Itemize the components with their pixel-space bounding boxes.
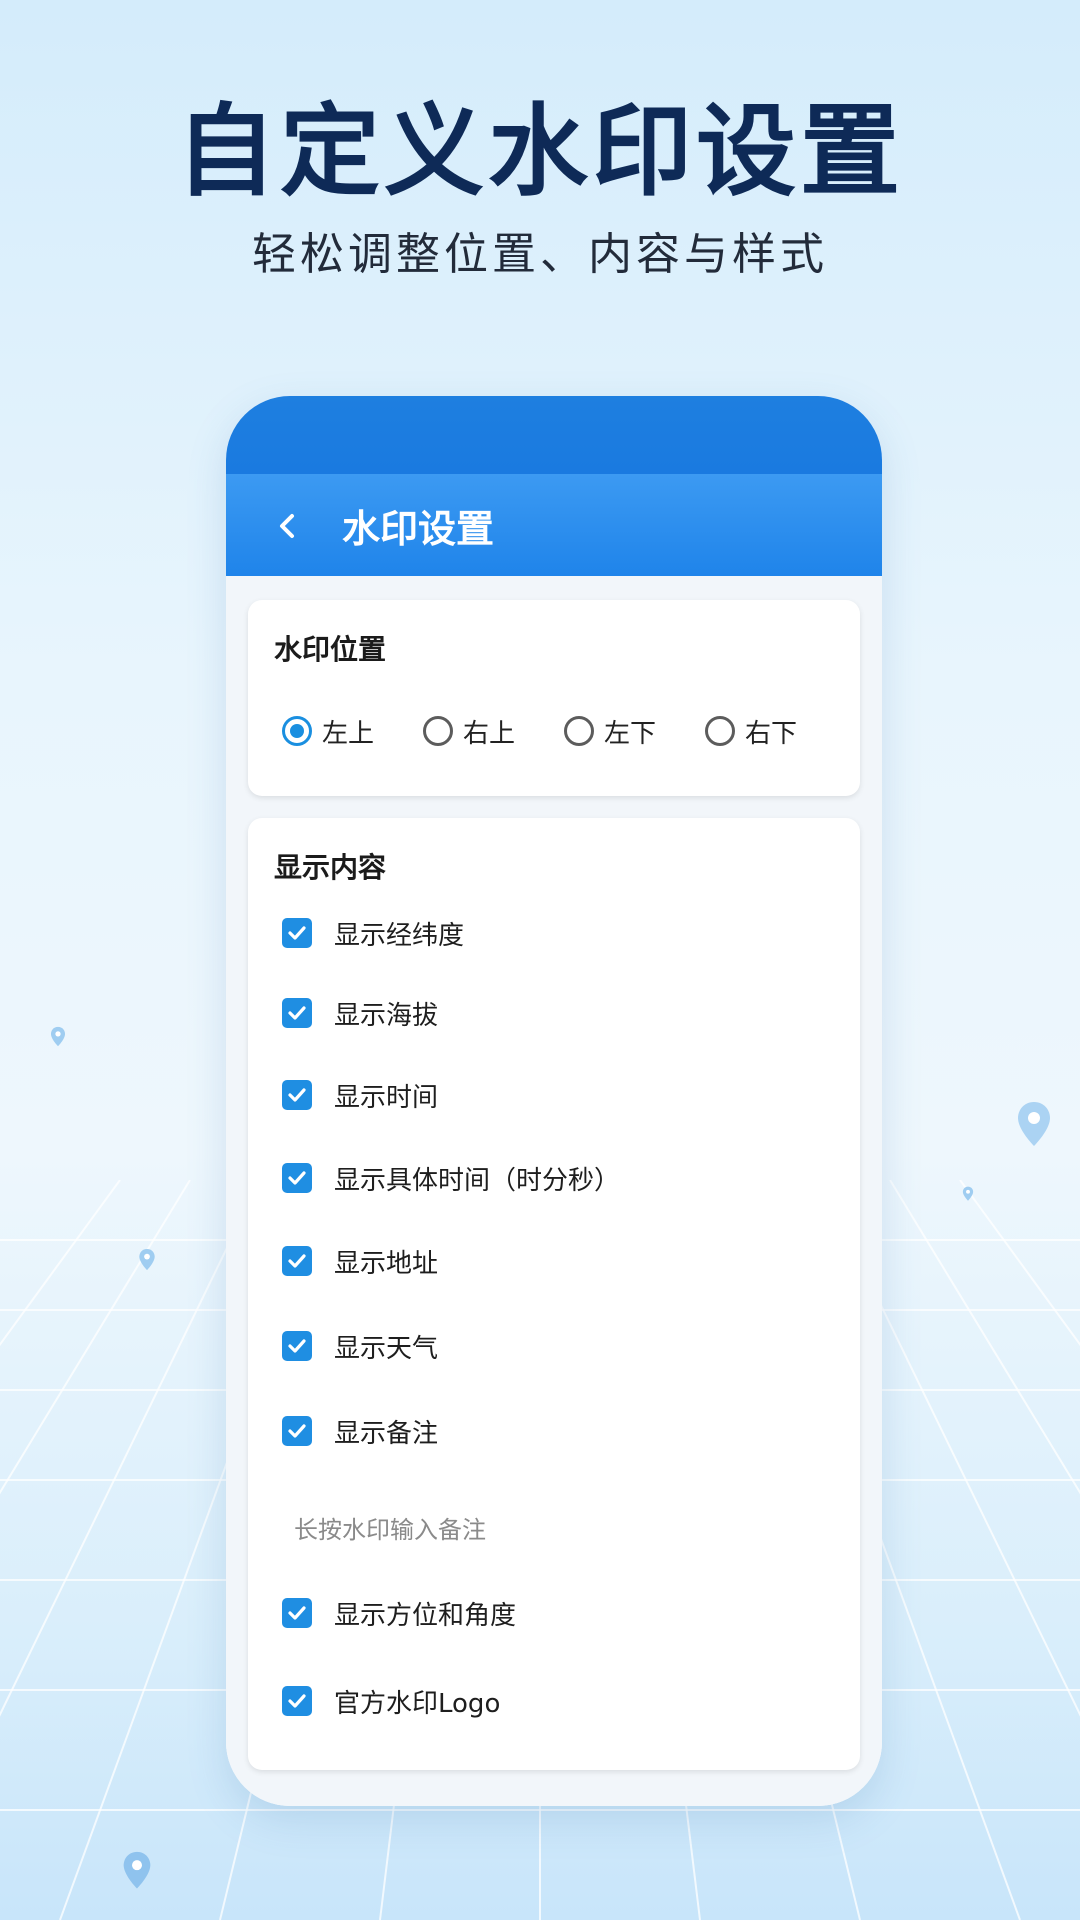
checkbox-show-weather[interactable]: 显示天气 <box>282 1329 439 1364</box>
radio-selected-icon <box>282 716 312 746</box>
checkbox-show-note[interactable]: 显示备注 <box>282 1414 439 1449</box>
app-bar: 水印设置 <box>226 474 882 576</box>
status-bar <box>226 396 882 474</box>
page-title: 水印设置 <box>342 507 495 551</box>
checkbox-show-coordinates[interactable]: 显示经纬度 <box>282 916 465 951</box>
map-pin-icon <box>50 1026 66 1052</box>
checkbox-checked-icon <box>282 998 312 1028</box>
radio-unselected-icon <box>705 716 735 746</box>
checkbox-show-exact-time[interactable]: 显示具体时间（时分秒） <box>282 1161 621 1196</box>
hero-subtitle: 轻松调整位置、内容与样式 <box>252 229 828 280</box>
checkbox-checked-icon <box>282 918 312 948</box>
position-card: 水印位置 左上 右上 左下 右下 <box>248 600 860 796</box>
radio-bottom-left[interactable]: 左下 <box>564 712 656 750</box>
note-hint: 长按水印输入备注 <box>294 1516 486 1544</box>
checkbox-checked-icon <box>282 1163 312 1193</box>
checkbox-checked-icon <box>282 1331 312 1361</box>
checkbox-checked-icon <box>282 1598 312 1628</box>
checkbox-show-direction[interactable]: 显示方位和角度 <box>282 1596 517 1631</box>
radio-top-left[interactable]: 左上 <box>282 712 374 750</box>
radio-top-right[interactable]: 右上 <box>423 712 515 750</box>
radio-label: 左上 <box>322 718 375 749</box>
checkbox-label: 显示天气 <box>334 1333 439 1364</box>
checkbox-checked-icon <box>282 1686 312 1716</box>
radio-bottom-right[interactable]: 右下 <box>705 712 797 750</box>
display-content-title: 显示内容 <box>274 851 387 884</box>
map-pin-icon <box>1016 1100 1052 1154</box>
checkbox-label: 显示时间 <box>334 1082 439 1113</box>
back-button[interactable] <box>266 504 310 548</box>
settings-content: 水印位置 左上 右上 左下 右下 显示内容 显示经纬度 显示海拔 显示时间 显示… <box>226 576 882 1806</box>
phone-mockup: 水印设置 水印位置 左上 右上 左下 右下 显示内容 显示经纬度 显示海拔 显示… <box>226 396 882 1806</box>
checkbox-show-altitude[interactable]: 显示海拔 <box>282 996 439 1031</box>
radio-unselected-icon <box>564 716 594 746</box>
map-pin-icon <box>138 1248 156 1276</box>
map-pin-icon <box>122 1850 152 1896</box>
checkbox-official-logo[interactable]: 官方水印Logo <box>282 1684 501 1719</box>
position-card-title: 水印位置 <box>274 633 387 666</box>
map-pin-icon <box>962 1186 974 1206</box>
checkbox-label: 显示具体时间（时分秒） <box>334 1165 621 1196</box>
checkbox-label: 显示地址 <box>334 1248 439 1279</box>
checkbox-show-address[interactable]: 显示地址 <box>282 1244 439 1279</box>
radio-label: 右上 <box>463 718 516 749</box>
chevron-left-icon <box>266 514 310 552</box>
checkbox-show-time[interactable]: 显示时间 <box>282 1078 439 1113</box>
checkbox-checked-icon <box>282 1416 312 1446</box>
checkbox-label: 显示经纬度 <box>334 920 465 951</box>
checkbox-label: 显示备注 <box>334 1418 439 1449</box>
checkbox-checked-icon <box>282 1080 312 1110</box>
checkbox-label: 显示方位和角度 <box>334 1600 517 1631</box>
checkbox-label: 官方水印Logo <box>334 1688 501 1719</box>
hero-title: 自定义水印设置 <box>176 93 904 210</box>
checkbox-checked-icon <box>282 1246 312 1276</box>
display-content-card: 显示内容 显示经纬度 显示海拔 显示时间 显示具体时间（时分秒） 显示地址 显示… <box>248 818 860 1770</box>
checkbox-label: 显示海拔 <box>334 1000 439 1031</box>
radio-unselected-icon <box>423 716 453 746</box>
radio-label: 左下 <box>604 718 657 749</box>
radio-label: 右下 <box>745 718 798 749</box>
